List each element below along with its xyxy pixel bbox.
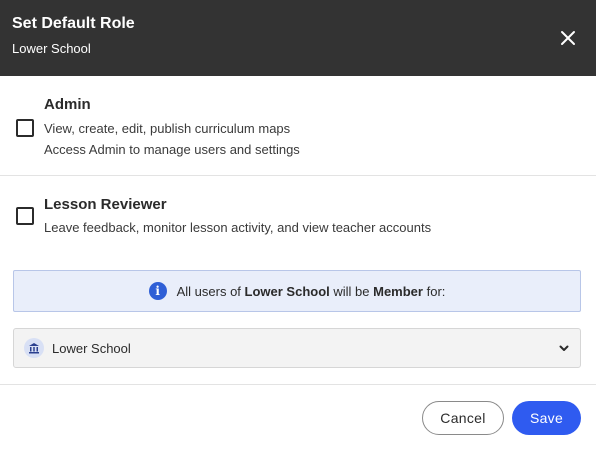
dialog-subtitle: Lower School <box>12 41 91 56</box>
info-school: Lower School <box>244 283 330 299</box>
info-text-suffix: for: <box>422 283 446 299</box>
admin-checkbox[interactable] <box>16 119 34 137</box>
role-option-lesson-reviewer: Lesson Reviewer Leave feedback, monitor … <box>0 176 596 256</box>
info-text: All users of Lower School will be Member… <box>177 284 446 299</box>
cancel-button[interactable]: Cancel <box>422 401 504 435</box>
role-name: Lesson Reviewer <box>44 196 167 213</box>
info-role: Member <box>373 283 423 299</box>
save-button[interactable]: Save <box>512 401 581 435</box>
dialog-title: Set Default Role <box>12 15 135 32</box>
role-option-admin: Admin View, create, edit, publish curric… <box>0 76 596 176</box>
role-description-line: View, create, edit, publish curriculum m… <box>44 121 291 136</box>
school-select-value: Lower School <box>52 341 131 356</box>
info-text-middle: will be <box>329 283 374 299</box>
close-button[interactable] <box>556 26 580 50</box>
close-icon <box>561 31 575 45</box>
chevron-down-icon <box>559 345 569 351</box>
role-description-line: Access Admin to manage users and setting… <box>44 142 300 157</box>
role-description-line: Leave feedback, monitor lesson activity,… <box>44 220 432 235</box>
info-banner: i All users of Lower School will be Memb… <box>13 270 581 312</box>
dialog-header: Set Default Role Lower School <box>0 0 596 76</box>
school-select[interactable]: Lower School <box>13 328 581 368</box>
info-text-prefix: All users of <box>176 283 245 299</box>
lesson-reviewer-checkbox[interactable] <box>16 207 34 225</box>
divider <box>0 384 596 385</box>
role-name: Admin <box>44 96 91 113</box>
info-icon: i <box>148 282 167 300</box>
school-building-icon <box>24 338 44 358</box>
